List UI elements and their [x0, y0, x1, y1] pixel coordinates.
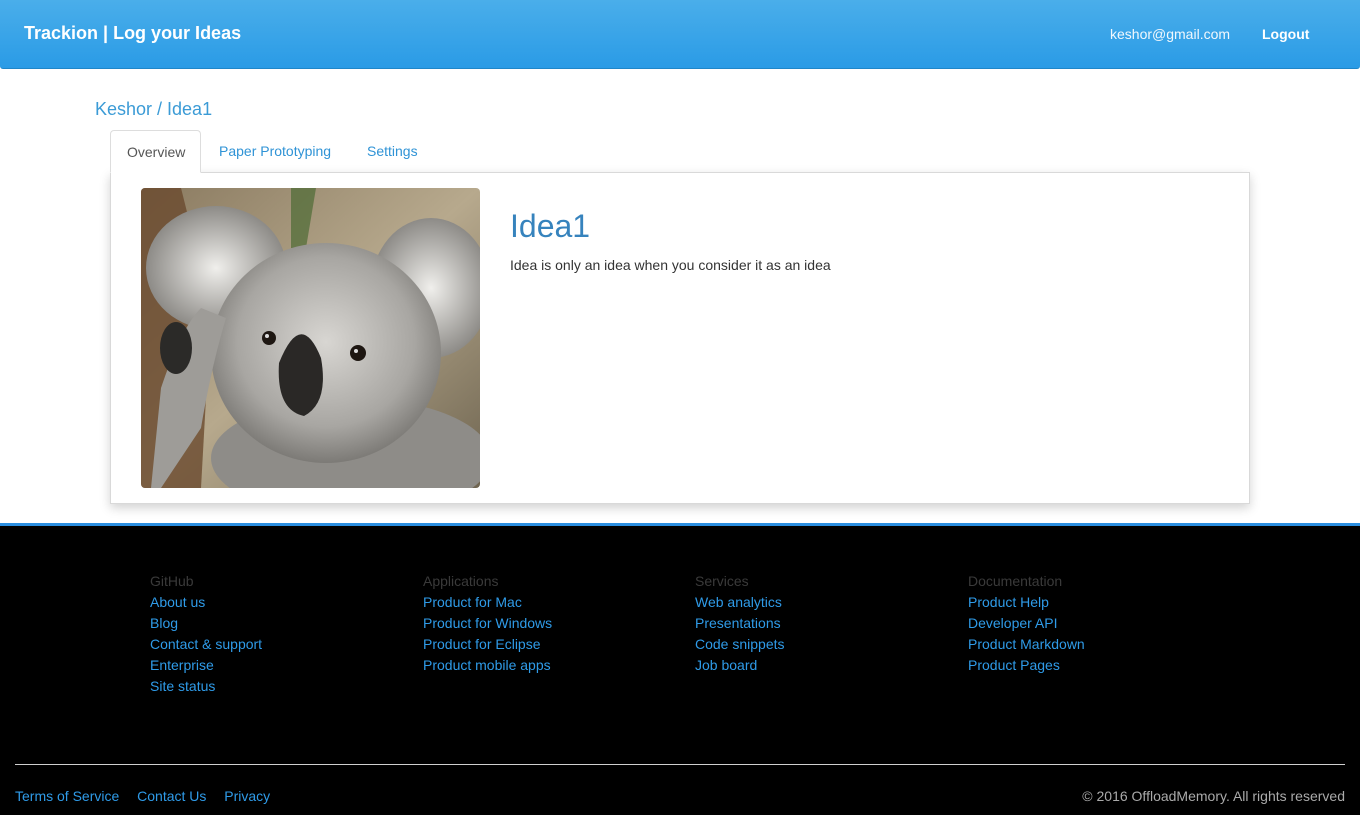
- footer-link[interactable]: Product for Eclipse: [423, 634, 552, 655]
- footer-link[interactable]: Blog: [150, 613, 262, 634]
- idea-description: Idea is only an idea when you consider i…: [510, 257, 831, 273]
- footer-link[interactable]: Product Help: [968, 592, 1085, 613]
- footer-column-services: Services Web analytics Presentations Cod…: [695, 571, 785, 676]
- idea-image: [141, 188, 480, 488]
- footer-link[interactable]: Presentations: [695, 613, 785, 634]
- footer-heading: Documentation: [968, 573, 1063, 589]
- breadcrumb[interactable]: Keshor / Idea1: [95, 99, 212, 120]
- footer-link[interactable]: Product Markdown: [968, 634, 1085, 655]
- user-email-link[interactable]: keshor@gmail.com: [1110, 26, 1230, 42]
- footer-column-documentation: Documentation Product Help Developer API…: [968, 571, 1085, 676]
- footer: GitHub About us Blog Contact & support E…: [0, 523, 1360, 815]
- tab-settings[interactable]: Settings: [351, 130, 434, 173]
- contact-us-link[interactable]: Contact Us: [137, 788, 206, 804]
- footer-link[interactable]: Product mobile apps: [423, 655, 552, 676]
- footer-column-github: GitHub About us Blog Contact & support E…: [150, 571, 262, 697]
- footer-link[interactable]: Contact & support: [150, 634, 262, 655]
- idea-title: Idea1: [510, 208, 591, 244]
- footer-column-applications: Applications Product for Mac Product for…: [423, 571, 552, 676]
- footer-link[interactable]: Site status: [150, 676, 262, 697]
- overview-panel: Idea1 Idea is only an idea when you cons…: [110, 172, 1250, 504]
- copyright: © 2016 OffloadMemory. All rights reserve…: [1082, 788, 1345, 804]
- tab-overview[interactable]: Overview: [110, 130, 201, 173]
- footer-divider: [15, 764, 1345, 765]
- footer-heading: Applications: [423, 573, 499, 589]
- brand-link[interactable]: Trackion | Log your Ideas: [24, 23, 241, 44]
- footer-link[interactable]: Enterprise: [150, 655, 262, 676]
- footer-link[interactable]: Product for Mac: [423, 592, 552, 613]
- top-navbar: Trackion | Log your Ideas keshor@gmail.c…: [0, 0, 1360, 69]
- footer-link[interactable]: Product Pages: [968, 655, 1085, 676]
- footer-link[interactable]: Developer API: [968, 613, 1085, 634]
- footer-bottom-links: Terms of Service Contact Us Privacy: [15, 788, 284, 804]
- footer-link[interactable]: Job board: [695, 655, 785, 676]
- footer-heading: GitHub: [150, 573, 194, 589]
- footer-heading: Services: [695, 573, 749, 589]
- footer-link[interactable]: Product for Windows: [423, 613, 552, 634]
- logout-link[interactable]: Logout: [1262, 26, 1309, 42]
- footer-link[interactable]: Code snippets: [695, 634, 785, 655]
- footer-link[interactable]: Web analytics: [695, 592, 785, 613]
- footer-link[interactable]: About us: [150, 592, 262, 613]
- privacy-link[interactable]: Privacy: [224, 788, 270, 804]
- terms-link[interactable]: Terms of Service: [15, 788, 119, 804]
- tab-paper-prototyping[interactable]: Paper Prototyping: [203, 130, 347, 173]
